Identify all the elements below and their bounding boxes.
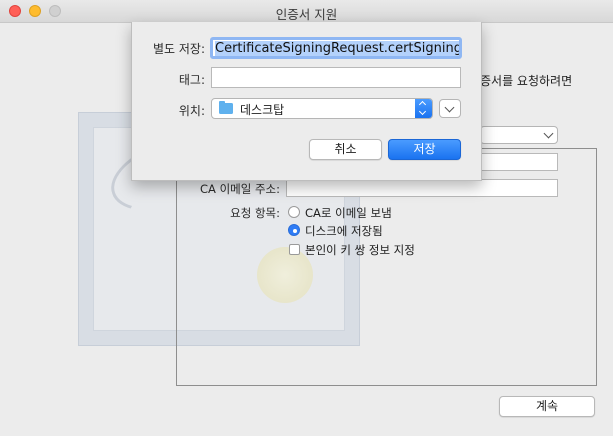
ca-email-field[interactable] xyxy=(286,179,558,197)
save-sheet: 별도 저장: CertificateSigningRequest.certSig… xyxy=(131,22,482,181)
request-label: 요청 항목: xyxy=(230,206,280,220)
title-bar: 인증서 지원 xyxy=(0,0,613,23)
header-text: 증서를 요청하려면 xyxy=(480,74,573,88)
save-as-label: 별도 저장: xyxy=(152,42,205,56)
continue-button[interactable]: 계속 xyxy=(499,396,595,417)
save-as-value: CertificateSigningRequest.certSigningReq… xyxy=(215,41,459,56)
chevron-down-icon xyxy=(444,102,455,113)
where-value: 데스크탑 xyxy=(240,103,285,117)
keypair-checkbox[interactable] xyxy=(289,244,300,255)
expand-button[interactable] xyxy=(439,99,461,118)
common-name-popup[interactable] xyxy=(480,126,558,144)
save-as-field[interactable]: CertificateSigningRequest.certSigningReq… xyxy=(210,37,462,59)
radio-email-ca[interactable] xyxy=(288,206,300,218)
option-save-to-disk-label: 디스크에 저장됨 xyxy=(305,224,383,238)
chevron-down-icon xyxy=(543,128,554,139)
where-popup[interactable]: 데스크탑 xyxy=(211,98,433,119)
window-title: 인증서 지원 xyxy=(275,7,338,22)
cancel-button[interactable]: 취소 xyxy=(309,139,382,160)
ca-email-label: CA 이메일 주소: xyxy=(200,182,280,196)
popup-arrows-icon xyxy=(415,99,432,118)
folder-icon xyxy=(219,101,233,114)
option-email-ca-label: CA로 이메일 보냄 xyxy=(305,206,392,220)
radio-save-to-disk[interactable] xyxy=(288,224,300,236)
where-label: 위치: xyxy=(178,104,205,118)
keypair-checkbox-label: 본인이 키 쌍 정보 지정 xyxy=(305,243,415,257)
save-button[interactable]: 저장 xyxy=(388,139,461,160)
tags-field[interactable] xyxy=(211,67,461,88)
common-name-field[interactable] xyxy=(480,153,558,171)
tags-label: 태그: xyxy=(178,73,205,87)
